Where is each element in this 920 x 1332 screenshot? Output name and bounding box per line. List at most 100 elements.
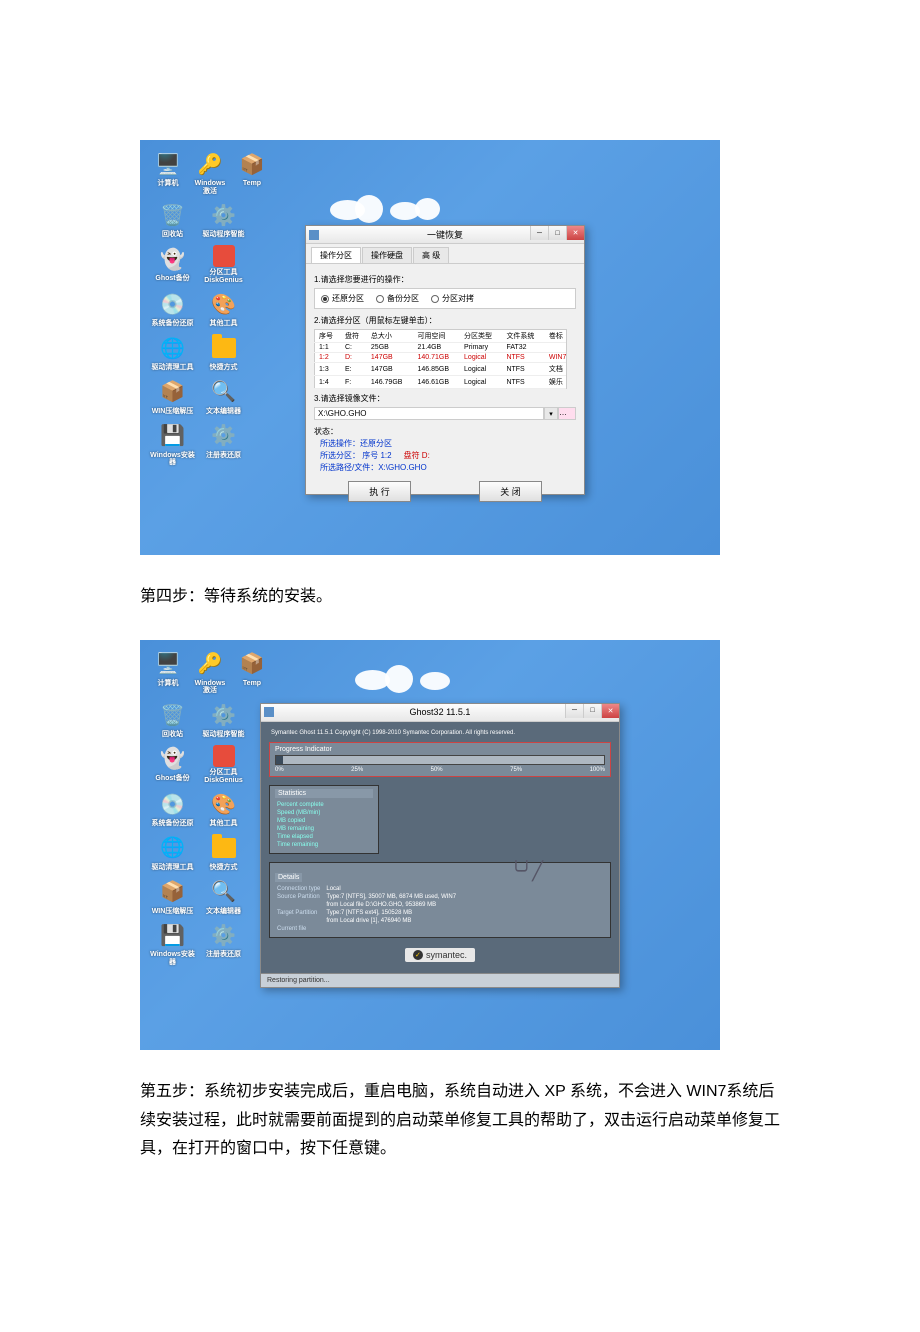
icon-ghost-backup[interactable]: 👻Ghost备份 (150, 745, 195, 784)
ghost-statusbar: Restoring partition... (261, 973, 619, 987)
detail-label: Connection type (277, 886, 324, 892)
stat-row: MB copied (277, 818, 330, 824)
icon-windows-activate[interactable]: 🔑Windows激活 (192, 150, 228, 195)
tab-disk[interactable]: 操作硬盘 (362, 247, 412, 263)
symantec-branding: ✓symantec. (267, 944, 613, 962)
desktop-icons-grid: 🖥️计算机 🔑Windows激活 📦Temp 🗑️回收站 ⚙️驱动程序智能 👻G… (150, 150, 270, 473)
icon-driver-prog[interactable]: ⚙️驱动程序智能 (201, 201, 246, 239)
icon-driver-clean[interactable]: 🌐驱动清理工具 (150, 334, 195, 372)
stat-row: Percent complete (277, 802, 330, 808)
table-header: 分区类型 (460, 330, 502, 343)
icon-computer[interactable]: 🖥️计算机 (150, 650, 186, 695)
screenshot-desktop-ghost: 🖥️计算机 🔑Windows激活 📦Temp 🗑️回收站 ⚙️驱动程序智能 👻G… (140, 640, 720, 1050)
icon-text-editor[interactable]: 🔍文本编辑器 (201, 378, 246, 416)
minimize-button[interactable]: ─ (530, 226, 548, 240)
icon-win-compress[interactable]: 📦WIN压缩解压 (150, 378, 195, 416)
icon-registry-restore[interactable]: ⚙️注册表还原 (201, 422, 246, 467)
path-dropdown-button[interactable]: ▾ (544, 407, 558, 420)
onekey-dialog: 一键恢复 ─ □ ✕ 操作分区 操作硬盘 高 级 1.请选择您要进行的操作： 还… (305, 225, 585, 495)
progress-label: Progress Indicator (275, 746, 605, 753)
icon-windows-install[interactable]: 💾Windows安装器 (150, 422, 195, 467)
maximize-button[interactable]: □ (548, 226, 566, 240)
icon-quick-share[interactable]: 快捷方式 (201, 334, 246, 372)
table-header: 文件系统 (502, 330, 544, 343)
ghost-copyright: Symantec Ghost 11.5.1 Copyright (C) 1998… (267, 728, 613, 738)
title-text: 一键恢复 (427, 228, 463, 241)
titlebar[interactable]: 一键恢复 ─ □ ✕ (306, 226, 584, 244)
operation-radio-group: 还原分区 备份分区 分区对拷 (314, 288, 576, 309)
table-row[interactable]: 1:1C:25GB21.4GBPrimaryFAT32 (315, 343, 576, 353)
icon-system-backup[interactable]: 💿系统备份还原 (150, 790, 195, 828)
icon-recycle[interactable]: 🗑️回收站 (150, 701, 195, 739)
execute-button[interactable]: 执 行 (348, 481, 411, 502)
table-row[interactable]: 1:3E:147GB146.85GBLogicalNTFS文档 (315, 363, 576, 376)
icon-disk-genius[interactable]: 分区工具 DiskGenius (201, 745, 246, 784)
ghost-titlebar[interactable]: Ghost32 11.5.1 ─ □ ✕ (261, 704, 619, 722)
detail-value: from Local drive [1], 476940 MB (326, 918, 460, 924)
ghost-window: Ghost32 11.5.1 ─ □ ✕ Symantec Ghost 11.5… (260, 703, 620, 988)
icon-temp[interactable]: 📦Temp (234, 150, 270, 195)
radio-backup[interactable]: 备份分区 (376, 293, 419, 304)
table-row[interactable]: 1:4F:146.79GB146.61GBLogicalNTFS娱乐 (315, 376, 576, 389)
icon-other-tool[interactable]: 🎨其他工具 (201, 790, 246, 828)
swoosh-graphic: ╰╯╱ (510, 861, 543, 882)
icon-other-tool[interactable]: 🎨其他工具 (201, 290, 246, 328)
detail-value: from Local file D:\GHO.GHO, 953869 MB (326, 902, 460, 908)
maximize-button[interactable]: □ (583, 704, 601, 718)
status-operation: 所选操作：还原分区 (320, 438, 576, 449)
icon-driver-clean[interactable]: 🌐驱动清理工具 (150, 834, 195, 872)
statistics-panel: Statistics Percent completeSpeed (MB/min… (269, 785, 379, 854)
app-icon (309, 230, 319, 240)
status-path: 所选路径/文件：X:\GHO.GHO (320, 462, 576, 473)
table-header: 总大小 (367, 330, 414, 343)
icon-disk-genius[interactable]: 分区工具 DiskGenius (201, 245, 246, 284)
detail-label (277, 902, 324, 908)
icon-quick-share[interactable]: 快捷方式 (201, 834, 246, 872)
tab-strip: 操作分区 操作硬盘 高 级 (306, 244, 584, 264)
icon-registry-restore[interactable]: ⚙️注册表还原 (201, 921, 246, 966)
icon-win-compress[interactable]: 📦WIN压缩解压 (150, 878, 195, 916)
status-label: 状态： (314, 426, 576, 437)
radio-compare[interactable]: 分区对拷 (431, 293, 474, 304)
close-button[interactable]: ✕ (601, 704, 619, 718)
image-path-input[interactable] (314, 407, 544, 420)
icon-windows-install[interactable]: 💾Windows安装器 (150, 921, 195, 966)
stat-row: MB remaining (277, 826, 330, 832)
browse-button[interactable]: … (558, 407, 576, 420)
status-partition: 所选分区： 序号 1:2盘符 D: (320, 450, 576, 461)
progress-bar (275, 755, 605, 765)
tab-partition[interactable]: 操作分区 (311, 247, 361, 263)
stat-row: Time remaining (277, 842, 330, 848)
icon-text-editor[interactable]: 🔍文本编辑器 (201, 878, 246, 916)
ghost-app-icon (264, 707, 274, 717)
details-label: Details (275, 873, 302, 882)
table-scrollbar[interactable] (566, 329, 576, 389)
detail-value: Type:7 [NTFS], 35007 MB, 6874 MB used, W… (326, 894, 460, 900)
progress-ticks: 0%25%50%75%100% (275, 767, 605, 773)
section1-label: 1.请选择您要进行的操作： (314, 274, 576, 285)
stat-row: Time elapsed (277, 834, 330, 840)
table-row[interactable]: 1:2D:147GB140.71GBLogicalNTFSWIN7 (315, 353, 576, 363)
radio-restore[interactable]: 还原分区 (321, 293, 364, 304)
detail-value: Type:7 [NTFS ext4], 150528 MB (326, 910, 460, 916)
screenshot-desktop-onekey: 🖥️计算机 🔑Windows激活 📦Temp 🗑️回收站 ⚙️驱动程序智能 👻G… (140, 140, 720, 555)
partition-table[interactable]: 序号盘符总大小可用空间分区类型文件系统卷标 1:1C:25GB21.4GBPri… (314, 329, 576, 389)
detail-value: Local (326, 886, 460, 892)
section2-label: 2.请选择分区（用鼠标左键单击）： (314, 315, 576, 326)
close-button[interactable]: ✕ (566, 226, 584, 240)
desktop-icons-grid-2: 🖥️计算机 🔑Windows激活 📦Temp 🗑️回收站 ⚙️驱动程序智能 👻G… (150, 650, 270, 973)
icon-ghost-backup[interactable]: 👻Ghost备份 (150, 245, 195, 284)
section3-label: 3.请选择镜像文件： (314, 393, 576, 404)
icon-system-backup[interactable]: 💿系统备份还原 (150, 290, 195, 328)
detail-value (326, 926, 460, 932)
symantec-logo-icon: ✓ (413, 950, 423, 960)
icon-windows-activate[interactable]: 🔑Windows激活 (192, 650, 228, 695)
tab-advanced[interactable]: 高 级 (413, 247, 449, 263)
close-dialog-button[interactable]: 关 闭 (479, 481, 542, 502)
icon-temp[interactable]: 📦Temp (234, 650, 270, 695)
details-panel: Details Connection typeLocalSource Parti… (269, 862, 611, 938)
icon-driver-prog[interactable]: ⚙️驱动程序智能 (201, 701, 246, 739)
icon-computer[interactable]: 🖥️计算机 (150, 150, 186, 195)
icon-recycle[interactable]: 🗑️回收站 (150, 201, 195, 239)
minimize-button[interactable]: ─ (565, 704, 583, 718)
